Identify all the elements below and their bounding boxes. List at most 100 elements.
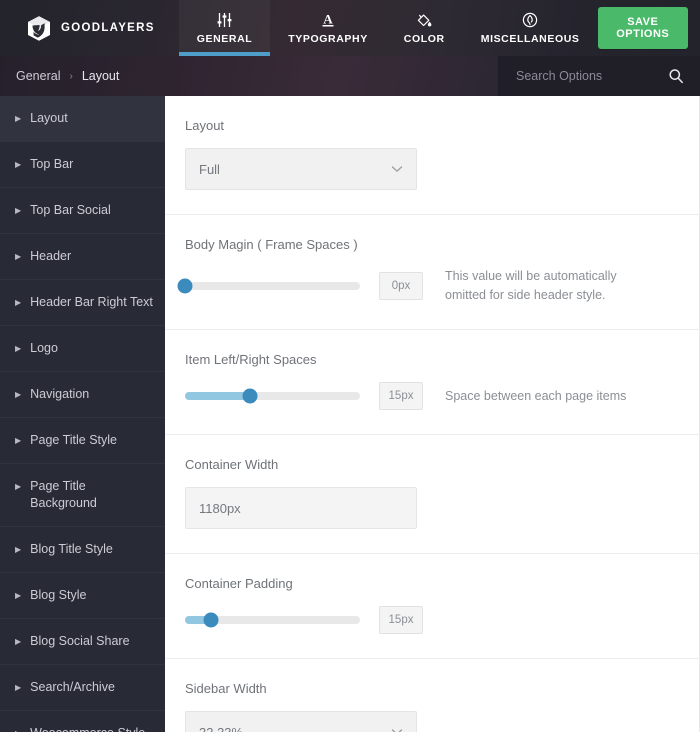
chevron-down-icon	[391, 728, 403, 732]
sidebar-item-label: Header	[30, 249, 72, 263]
body-margin-slider[interactable]	[177, 278, 360, 294]
sidebar-item-label: Top Bar Social	[30, 203, 111, 217]
field-layout: Layout Full	[165, 96, 699, 215]
breadcrumb: General › Layout	[0, 69, 119, 83]
item-spaces-help-text: Space between each page items	[445, 388, 627, 403]
field-container-width-label: Container Width	[185, 457, 279, 472]
slider-handle[interactable]	[203, 612, 219, 628]
container-width-input[interactable]	[185, 487, 417, 529]
sidebar-item-blog-style[interactable]: ▶ Blog Style	[0, 573, 165, 619]
body-margin-slider-row: 0px This value will be automatically omi…	[177, 267, 677, 305]
sidebar-item-top-bar[interactable]: ▶ Top Bar	[0, 142, 165, 188]
container-padding-slider[interactable]	[185, 612, 360, 628]
sidebar-item-label: Logo	[30, 341, 58, 355]
field-sidebar-width: Sidebar Width 33.33%	[165, 659, 699, 732]
field-item-spaces: Item Left/Right Spaces 15px Space betwee…	[165, 330, 699, 435]
caret-right-icon: ▶	[15, 298, 22, 307]
caret-right-icon: ▶	[15, 725, 21, 732]
header-tabs: GENERAL A TYPOGRAPHY COLOR MISCELLANEOUS	[178, 0, 598, 56]
sidebar-item-label: Navigation	[30, 387, 90, 401]
breadcrumb-separator-icon: ›	[69, 70, 73, 82]
caret-right-icon: ▶	[15, 591, 22, 600]
options-panel-app: GOODLAYERS GENERAL A TYPOGRAPHY COLOR MI…	[0, 0, 700, 732]
sidebar-item-label: Layout	[30, 111, 68, 125]
field-body-margin-label: Body Magin ( Frame Spaces )	[185, 237, 358, 252]
sidebar-item-page-title-background[interactable]: ▶ Page Title Background	[0, 464, 165, 527]
layout-select[interactable]: Full	[185, 148, 417, 190]
field-container-padding-label: Container Padding	[185, 576, 293, 591]
sidebar-item-label: Top Bar	[30, 157, 74, 171]
tab-general[interactable]: GENERAL	[178, 0, 271, 56]
search-options-box[interactable]	[498, 56, 700, 96]
sidebar-width-select[interactable]: 33.33%	[185, 711, 417, 732]
save-options-button[interactable]: SAVE OPTIONS	[597, 7, 688, 49]
tab-color[interactable]: COLOR	[386, 0, 463, 56]
sidebar-item-woocommerce-style[interactable]: ▶ Woocommerce Style	[0, 711, 165, 732]
breadcrumb-bar: General › Layout	[0, 56, 700, 96]
search-icon[interactable]	[668, 68, 684, 84]
top-header-bar: GOODLAYERS GENERAL A TYPOGRAPHY COLOR MI…	[0, 0, 700, 56]
sidebar-item-navigation[interactable]: ▶ Navigation	[0, 372, 165, 418]
caret-right-icon: ▶	[15, 436, 22, 445]
field-layout-label: Layout	[185, 118, 225, 133]
body-margin-help-text: This value will be automatically omitted…	[445, 269, 617, 302]
brand-name-label: GOODLAYERS	[61, 22, 155, 34]
field-sidebar-width-label: Sidebar Width	[185, 681, 267, 696]
caret-right-icon: ▶	[15, 114, 22, 123]
slider-handle[interactable]	[242, 388, 258, 404]
tab-miscellaneous-label: MISCELLANEOUS	[480, 33, 580, 45]
caret-right-icon: ▶	[15, 482, 22, 491]
field-item-spaces-label: Item Left/Right Spaces	[185, 352, 317, 367]
sidebar-width-select-value: 33.33%	[199, 724, 244, 732]
sidebar-item-label: Header Bar Right Text	[30, 295, 153, 309]
breadcrumb-item-general[interactable]: General	[16, 69, 60, 83]
sidebar-item-blog-social-share[interactable]: ▶ Blog Social Share	[0, 619, 165, 665]
breadcrumb-item-layout[interactable]: Layout	[82, 69, 120, 83]
caret-right-icon: ▶	[15, 637, 22, 646]
sidebar-item-blog-title-style[interactable]: ▶ Blog Title Style	[0, 527, 165, 573]
tab-miscellaneous[interactable]: MISCELLANEOUS	[463, 0, 598, 56]
underlined-a-icon: A	[320, 11, 336, 29]
sidebar-item-label: Page Title Background	[30, 479, 97, 510]
search-input[interactable]	[516, 69, 656, 83]
slider-handle[interactable]	[177, 278, 193, 294]
sidebar-item-top-bar-social[interactable]: ▶ Top Bar Social	[0, 188, 165, 234]
sidebar-item-label: Blog Style	[30, 588, 87, 602]
caret-right-icon: ▶	[15, 683, 22, 692]
save-button-container: SAVE OPTIONS	[597, 0, 700, 56]
item-spaces-value[interactable]: 15px	[379, 382, 423, 410]
sidebar-item-search-archive[interactable]: ▶ Search/Archive	[0, 665, 165, 711]
circle-leaf-icon	[522, 11, 538, 29]
body-margin-value[interactable]: 0px	[379, 272, 423, 300]
item-spaces-slider-row: 15px Space between each page items	[185, 382, 677, 410]
brand-logo-area: GOODLAYERS	[0, 0, 173, 56]
sidebar-item-page-title-style[interactable]: ▶ Page Title Style	[0, 418, 165, 464]
sidebar-item-logo[interactable]: ▶ Logo	[0, 326, 165, 372]
sidebar-item-label: Woocommerce Style	[30, 725, 145, 732]
tab-color-label: COLOR	[403, 33, 445, 45]
sidebar-item-label: Page Title Style	[30, 433, 118, 447]
sidebar-item-label: Search/Archive	[30, 680, 115, 694]
caret-right-icon: ▶	[15, 252, 22, 261]
item-spaces-slider[interactable]	[185, 388, 360, 404]
paint-bucket-icon	[416, 11, 433, 29]
caret-right-icon: ▶	[15, 344, 22, 353]
caret-right-icon: ▶	[15, 160, 22, 169]
tab-typography[interactable]: A TYPOGRAPHY	[270, 0, 386, 56]
caret-right-icon: ▶	[15, 206, 22, 215]
sidebar-item-label: Blog Social Share	[30, 634, 130, 648]
tab-general-label: GENERAL	[196, 33, 253, 45]
container-padding-value[interactable]: 15px	[379, 606, 423, 634]
options-content-panel: Layout Full Body Magin ( Frame Spaces )	[165, 96, 700, 732]
caret-right-icon: ▶	[15, 390, 22, 399]
main-body: ▶ Layout ▶ Top Bar ▶ Top Bar Social ▶ He…	[0, 96, 700, 732]
field-body-margin: Body Magin ( Frame Spaces ) 0px This val…	[165, 215, 699, 330]
sidebar-item-layout[interactable]: ▶ Layout	[0, 96, 165, 142]
sidebar-item-header-bar-right-text[interactable]: ▶ Header Bar Right Text	[0, 280, 165, 326]
chevron-down-icon	[391, 165, 403, 173]
field-container-padding: Container Padding 15px	[165, 554, 699, 659]
tab-typography-label: TYPOGRAPHY	[288, 33, 368, 45]
sidebar-item-header[interactable]: ▶ Header	[0, 234, 165, 280]
layout-select-value: Full	[199, 161, 220, 177]
svg-text:A: A	[323, 12, 333, 27]
